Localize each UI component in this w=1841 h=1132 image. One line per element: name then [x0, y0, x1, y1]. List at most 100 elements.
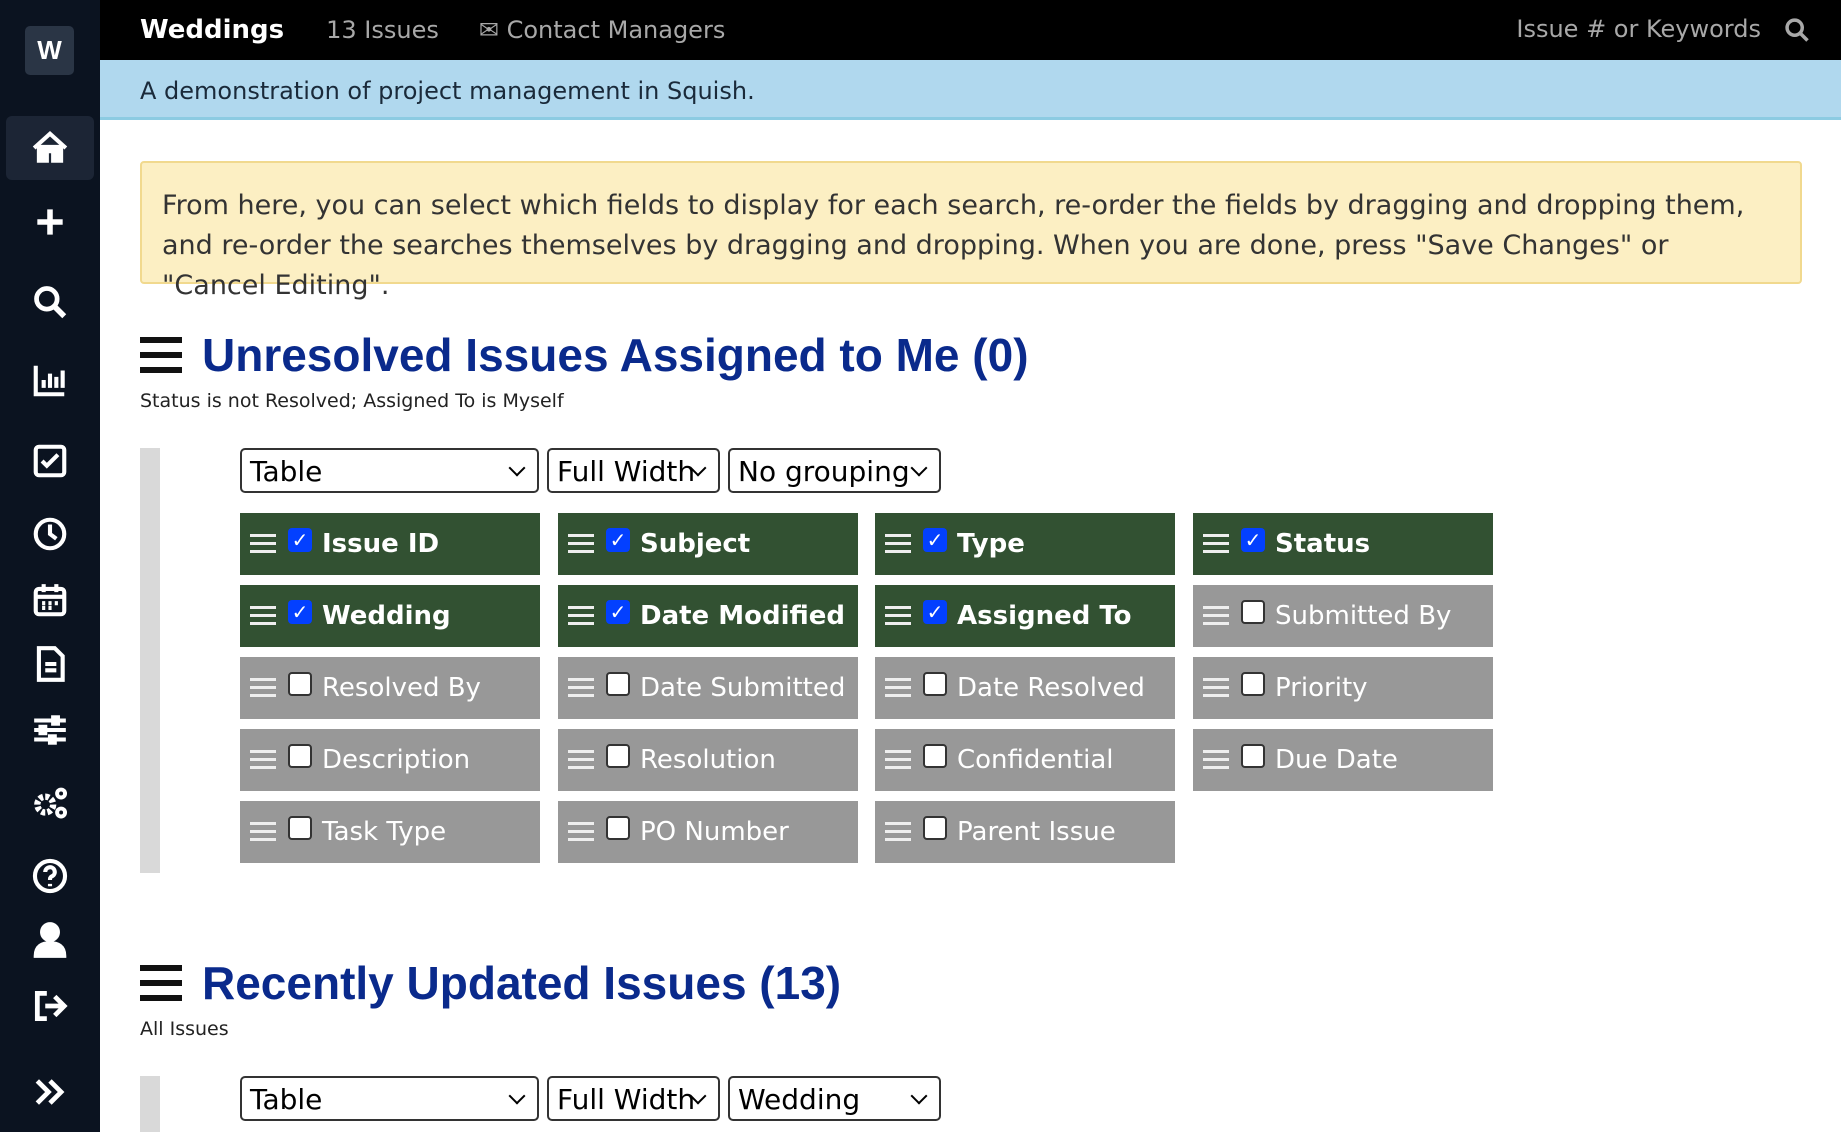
field-tile[interactable]: Resolved By: [240, 657, 540, 719]
drag-handle-icon[interactable]: [1203, 606, 1229, 626]
field-tile[interactable]: ✓ Status: [1193, 513, 1493, 575]
home-icon[interactable]: [6, 116, 94, 180]
drag-handle-icon[interactable]: [140, 337, 182, 373]
field-label: Confidential: [957, 745, 1114, 775]
document-icon[interactable]: [6, 632, 94, 696]
field-checkbox[interactable]: ✓: [923, 600, 947, 624]
project-title[interactable]: Weddings: [140, 15, 284, 45]
calendar-icon[interactable]: [6, 568, 94, 632]
drag-handle-icon[interactable]: [250, 822, 276, 842]
checkbox-icon[interactable]: [6, 429, 94, 493]
drag-bar[interactable]: [140, 448, 160, 873]
drag-handle-icon[interactable]: [1203, 678, 1229, 698]
field-label: Type: [957, 529, 1025, 559]
drag-handle-icon[interactable]: [568, 678, 594, 698]
field-checkbox[interactable]: [606, 744, 630, 768]
top-bar: Weddings 13 Issues ✉ Contact Managers Is…: [100, 0, 1841, 60]
field-checkbox[interactable]: [288, 672, 312, 696]
grouping-select[interactable]: No grouping: [728, 448, 941, 493]
field-tile[interactable]: Due Date: [1193, 729, 1493, 791]
field-checkbox[interactable]: ✓: [288, 528, 312, 552]
field-label: Parent Issue: [957, 817, 1116, 847]
drag-handle-icon[interactable]: [1203, 750, 1229, 770]
grouping-select[interactable]: Wedding: [728, 1076, 941, 1121]
search-heading: Recently Updated Issues (13): [140, 956, 841, 1010]
drag-handle-icon[interactable]: [250, 678, 276, 698]
field-tile[interactable]: Date Resolved: [875, 657, 1175, 719]
field-checkbox[interactable]: [606, 816, 630, 840]
drag-handle-icon[interactable]: [250, 534, 276, 554]
field-checkbox[interactable]: [288, 744, 312, 768]
field-tile[interactable]: ✓ Type: [875, 513, 1175, 575]
sidebar: W: [0, 0, 100, 1132]
drag-handle-icon[interactable]: [568, 606, 594, 626]
field-checkbox[interactable]: ✓: [288, 600, 312, 624]
drag-handle-icon[interactable]: [885, 606, 911, 626]
field-label: Resolved By: [322, 673, 481, 703]
field-checkbox[interactable]: [606, 672, 630, 696]
drag-handle-icon[interactable]: [140, 965, 182, 1001]
drag-handle-icon[interactable]: [568, 534, 594, 554]
field-checkbox[interactable]: [1241, 744, 1265, 768]
drag-handle-icon[interactable]: [885, 750, 911, 770]
field-tile[interactable]: PO Number: [558, 801, 858, 863]
search-input[interactable]: Issue # or Keywords: [1516, 15, 1761, 43]
logout-icon[interactable]: [6, 974, 94, 1038]
field-tile[interactable]: ✓ Issue ID: [240, 513, 540, 575]
field-tile[interactable]: Description: [240, 729, 540, 791]
field-tile[interactable]: Submitted By: [1193, 585, 1493, 647]
field-tile[interactable]: Confidential: [875, 729, 1175, 791]
field-checkbox[interactable]: ✓: [1241, 528, 1265, 552]
clock-icon[interactable]: [6, 502, 94, 566]
user-icon[interactable]: [6, 908, 94, 972]
field-checkbox[interactable]: [1241, 672, 1265, 696]
field-tile[interactable]: Date Submitted: [558, 657, 858, 719]
field-label: Assigned To: [957, 601, 1132, 631]
help-icon[interactable]: [6, 844, 94, 908]
issues-link[interactable]: 13 Issues: [326, 16, 439, 44]
field-label: PO Number: [640, 817, 789, 847]
search-icon[interactable]: [6, 270, 94, 334]
field-label: Priority: [1275, 673, 1368, 703]
field-checkbox[interactable]: [923, 672, 947, 696]
contact-managers-link[interactable]: ✉ Contact Managers: [479, 16, 725, 44]
search-icon[interactable]: [1783, 16, 1811, 50]
drag-handle-icon[interactable]: [250, 750, 276, 770]
field-checkbox[interactable]: ✓: [923, 528, 947, 552]
project-logo[interactable]: W: [25, 26, 74, 75]
drag-handle-icon[interactable]: [885, 534, 911, 554]
field-tile[interactable]: Parent Issue: [875, 801, 1175, 863]
field-tile[interactable]: Resolution: [558, 729, 858, 791]
expand-icon[interactable]: [6, 1060, 94, 1124]
view-select[interactable]: Table: [240, 448, 539, 493]
field-tile[interactable]: ✓ Subject: [558, 513, 858, 575]
field-tile[interactable]: ✓ Assigned To: [875, 585, 1175, 647]
field-label: Description: [322, 745, 471, 775]
drag-handle-icon[interactable]: [568, 822, 594, 842]
field-checkbox[interactable]: [923, 744, 947, 768]
bar-chart-icon[interactable]: [6, 348, 94, 412]
drag-handle-icon[interactable]: [885, 678, 911, 698]
field-checkbox[interactable]: [923, 816, 947, 840]
drag-handle-icon[interactable]: [250, 606, 276, 626]
gears-icon[interactable]: [6, 771, 94, 835]
width-select[interactable]: Full Width: [547, 448, 720, 493]
field-checkbox[interactable]: [1241, 600, 1265, 624]
drag-handle-icon[interactable]: [568, 750, 594, 770]
width-select[interactable]: Full Width: [547, 1076, 720, 1121]
sliders-icon[interactable]: [6, 698, 94, 762]
drag-handle-icon[interactable]: [1203, 534, 1229, 554]
field-checkbox[interactable]: ✓: [606, 600, 630, 624]
search-title: Unresolved Issues Assigned to Me (0): [202, 329, 1029, 381]
field-tile[interactable]: Task Type: [240, 801, 540, 863]
field-checkbox[interactable]: ✓: [606, 528, 630, 552]
view-select[interactable]: Table: [240, 1076, 539, 1121]
drag-handle-icon[interactable]: [885, 822, 911, 842]
plus-icon[interactable]: [6, 190, 94, 254]
field-tile[interactable]: Priority: [1193, 657, 1493, 719]
field-checkbox[interactable]: [288, 816, 312, 840]
drag-bar[interactable]: [140, 1076, 160, 1132]
field-tile[interactable]: ✓ Date Modified: [558, 585, 858, 647]
field-tile[interactable]: ✓ Wedding: [240, 585, 540, 647]
field-label: Date Resolved: [957, 673, 1145, 703]
